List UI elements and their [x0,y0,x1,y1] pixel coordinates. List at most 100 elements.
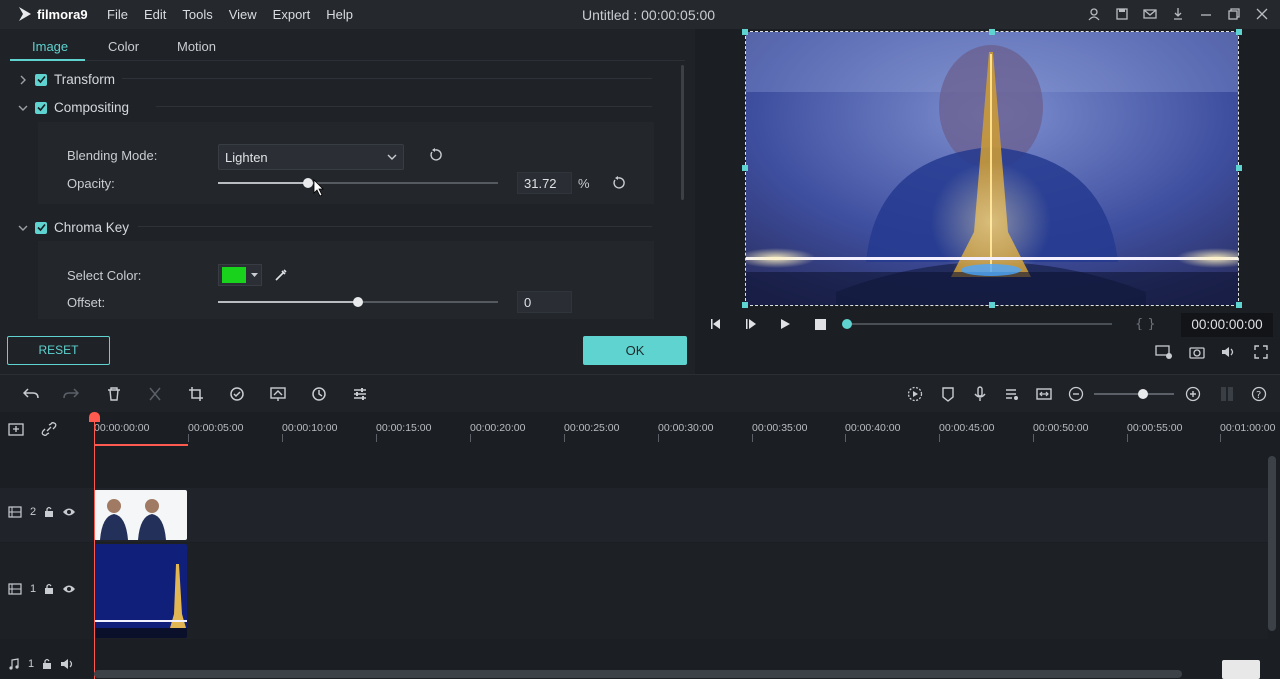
resize-handle-tl[interactable] [742,29,748,35]
opacity-slider-fill [218,182,308,184]
ruler-mark [1220,434,1221,442]
undo-icon[interactable] [23,386,39,402]
timeline-horizontal-scrollbar[interactable] [94,670,1182,678]
clip-eiffel-tower[interactable]: eiffel-tower [94,544,187,638]
zoom-slider-knob[interactable] [1138,389,1148,399]
resize-handle-tr[interactable] [1236,29,1242,35]
eyedropper-icon[interactable] [274,268,288,282]
ruler-tick-label: 00:00:45:00 [939,422,995,434]
green-screen-icon[interactable] [270,386,286,402]
download-icon[interactable] [1170,6,1186,22]
eye-icon[interactable] [62,507,76,517]
adjust-icon[interactable] [352,386,368,402]
render-icon[interactable] [907,386,923,402]
fullscreen-icon[interactable] [1254,345,1268,359]
play-frame-icon[interactable] [744,318,758,330]
section-compositing[interactable]: Compositing [18,100,129,115]
save-icon[interactable] [1114,6,1130,22]
add-track-icon[interactable] [8,421,26,437]
transform-checkbox[interactable] [35,73,47,86]
color-picker[interactable] [218,264,262,286]
play-icon[interactable] [779,318,791,330]
minimize-icon[interactable] [1198,6,1214,22]
section-chroma-key[interactable]: Chroma Key [18,220,129,235]
delete-icon[interactable] [106,386,122,402]
playhead-handle[interactable] [89,412,100,422]
resize-handle-t[interactable] [989,29,995,35]
timeline-vertical-scrollbar[interactable] [1268,456,1276,631]
resize-handle-br[interactable] [1236,302,1242,308]
resize-handle-b[interactable] [989,302,995,308]
playhead[interactable] [94,412,95,679]
link-icon[interactable] [41,421,57,437]
zoom-slider-track[interactable] [1094,393,1174,395]
stop-icon[interactable] [815,319,826,330]
speaker-icon[interactable] [60,658,74,670]
ruler-mark [188,434,189,442]
chroma-key-checkbox[interactable] [35,221,47,234]
mail-icon[interactable] [1142,6,1158,22]
marker-icon[interactable] [940,386,956,402]
fit-timeline-icon[interactable] [1036,386,1052,402]
panel-scrollbar[interactable] [681,65,684,200]
menu-file[interactable]: File [107,7,128,22]
menu-export[interactable]: Export [273,7,311,22]
section-transform[interactable]: Transform [18,72,115,87]
resize-handle-bl[interactable] [742,302,748,308]
chevron-down-icon[interactable] [18,103,28,113]
restore-icon[interactable] [1226,6,1242,22]
ok-button[interactable]: OK [583,336,687,365]
reset-opacity-icon[interactable] [611,176,625,190]
help-icon[interactable]: ? [1251,386,1267,402]
opacity-slider-knob[interactable] [302,178,313,188]
close-icon[interactable] [1254,6,1270,22]
color-swatch[interactable] [222,267,246,283]
playback-progress-knob[interactable] [842,319,852,329]
blending-mode-select[interactable]: Lighten [218,144,404,170]
zoom-out-icon[interactable] [1068,386,1084,402]
account-icon[interactable] [1086,6,1102,22]
menu-view[interactable]: View [229,7,257,22]
playback-progress-track[interactable] [847,323,1112,325]
lock-icon[interactable] [42,658,52,670]
cut-icon[interactable] [147,386,163,402]
volume-icon[interactable] [1221,345,1237,359]
eye-icon[interactable] [62,584,76,594]
chevron-right-icon[interactable] [18,75,28,85]
reset-blending-icon[interactable] [428,148,442,162]
timeline-ruler[interactable]: 00:00:00:00 00:00:05:00 00:00:10:00 00:0… [94,412,1280,446]
opacity-input[interactable]: 31.72 [517,172,572,194]
tab-image[interactable]: Image [32,39,68,54]
menu-help[interactable]: Help [326,7,353,22]
color-correction-icon[interactable] [229,386,245,402]
crop-icon[interactable] [188,386,204,402]
lock-icon[interactable] [44,583,54,595]
track-1-header: 1 [0,583,94,595]
speed-icon[interactable] [311,386,327,402]
timeline-toolbar: ? [0,374,1280,412]
chevron-down-icon[interactable] [18,223,28,233]
reset-button[interactable]: RESET [7,336,110,365]
voiceover-icon[interactable] [972,386,988,402]
preview-video[interactable] [745,31,1239,306]
menu-edit[interactable]: Edit [144,7,166,22]
compositing-checkbox[interactable] [35,101,47,114]
lock-icon[interactable] [44,506,54,518]
menu-tools[interactable]: Tools [182,7,212,22]
tab-motion[interactable]: Motion [177,39,216,54]
offset-input[interactable]: 0 [517,291,572,313]
resize-handle-l[interactable] [742,165,748,171]
mark-in-out-icon[interactable]: { } [1135,316,1163,330]
clip-thinking[interactable]: thinking [94,490,187,540]
zoom-in-icon[interactable] [1185,386,1201,402]
split-view-icon[interactable] [1219,386,1235,402]
redo-icon[interactable] [63,386,79,402]
transform-label: Transform [54,72,116,87]
resize-handle-r[interactable] [1236,165,1242,171]
audio-mixer-icon[interactable] [1004,386,1020,402]
prev-frame-icon[interactable] [709,318,723,330]
snapshot-icon[interactable] [1189,345,1205,359]
offset-slider-knob[interactable] [353,297,363,307]
display-settings-icon[interactable] [1155,344,1173,360]
tab-color[interactable]: Color [108,39,139,54]
